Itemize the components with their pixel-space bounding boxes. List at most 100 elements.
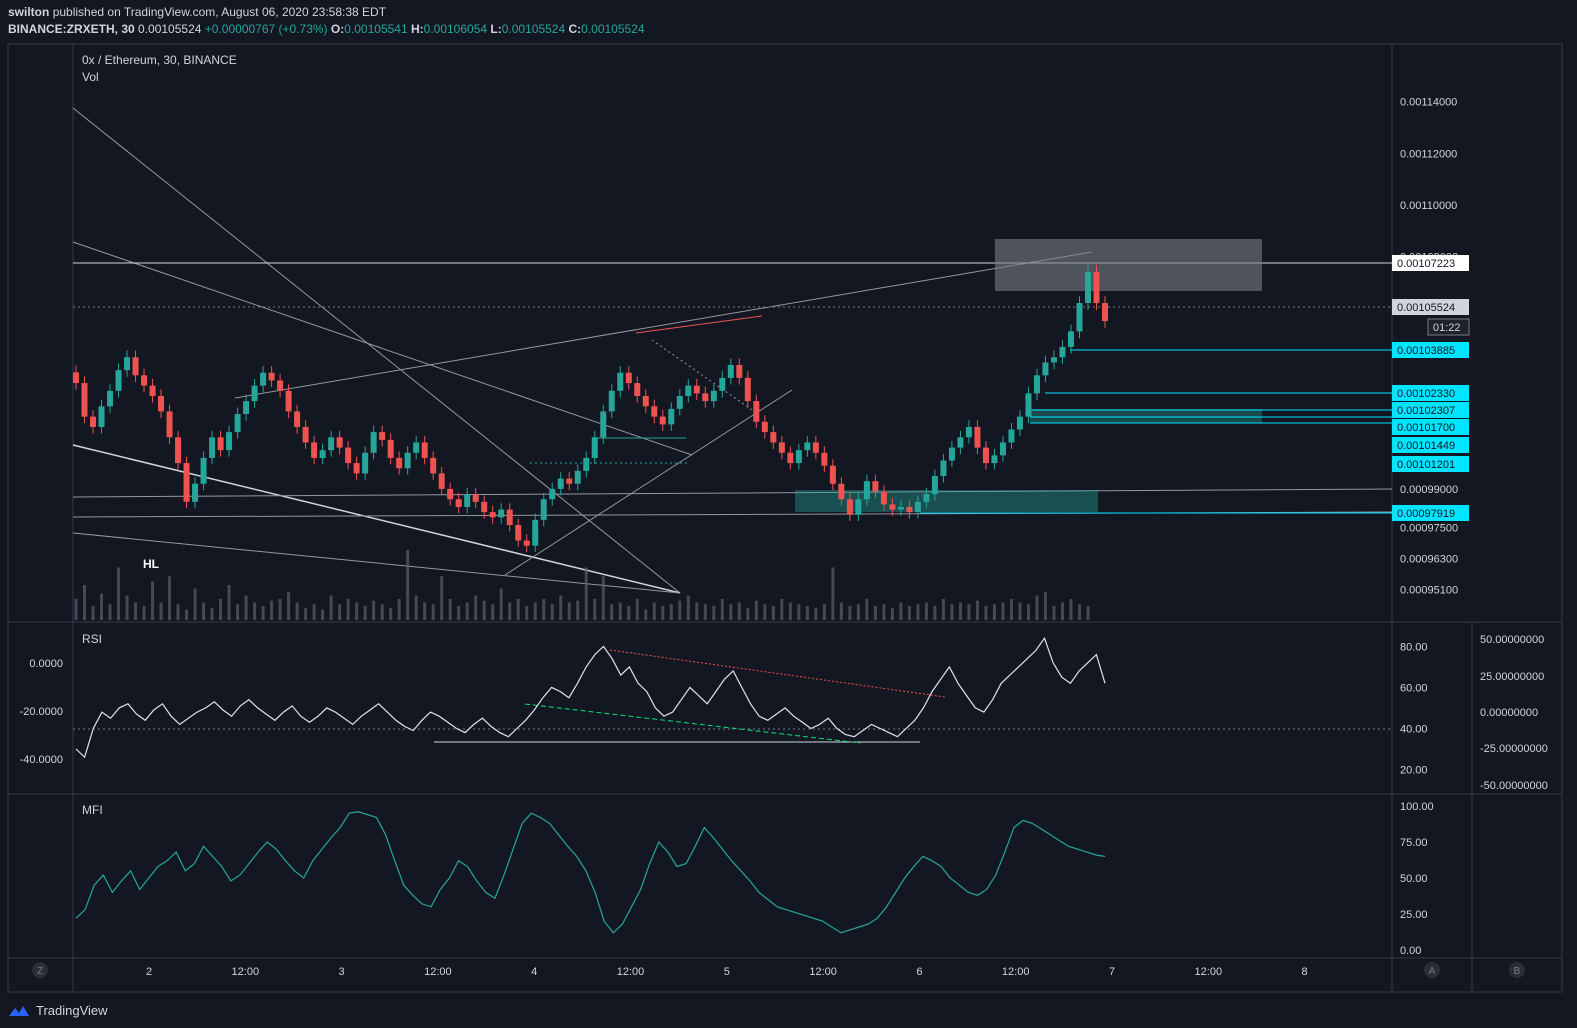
z-button[interactable]: Z — [32, 962, 48, 978]
candle — [455, 492, 462, 514]
volume-bar — [1086, 606, 1090, 620]
volume-bar — [414, 595, 418, 620]
volume-bar — [431, 604, 435, 620]
price-tick-label: 0.00114000 — [1400, 97, 1457, 109]
candle — [243, 394, 250, 421]
b-button[interactable]: B — [1509, 962, 1525, 978]
volume-bar — [474, 595, 478, 620]
candle — [166, 404, 173, 444]
price-tick-label: 0.00096300 — [1400, 554, 1458, 566]
candle — [234, 407, 241, 439]
candle — [702, 386, 709, 408]
candle — [353, 456, 360, 480]
volume-bar — [321, 609, 325, 620]
volume-bar — [108, 604, 112, 620]
candle — [430, 451, 437, 480]
rsi-tick-label: 60.00 — [1400, 682, 1428, 694]
volume-bar — [907, 606, 911, 620]
chart-canvas[interactable]: 0x / Ethereum, 30, BINANCE Vol HL 0.0011… — [0, 0, 1577, 1028]
candle — [736, 358, 743, 385]
candle — [209, 430, 216, 465]
volume-bar — [848, 606, 852, 620]
volume-bar — [559, 595, 563, 620]
candle — [540, 492, 547, 527]
candle — [642, 389, 649, 413]
rsi-label: RSI — [82, 632, 102, 646]
candle — [940, 454, 947, 483]
candle — [1016, 410, 1023, 437]
candle — [421, 435, 428, 465]
price-tag-label: 0.00102330 — [1397, 388, 1455, 400]
volume-bar — [142, 606, 146, 620]
price-tag-label: 0.00103885 — [1397, 345, 1455, 357]
volume-bar — [950, 604, 954, 620]
candle — [413, 435, 420, 460]
candle — [761, 415, 768, 439]
a-button[interactable]: A — [1424, 962, 1440, 978]
candle — [957, 430, 964, 455]
volume-bar — [780, 599, 784, 620]
candle — [634, 376, 641, 403]
volume-bar — [261, 606, 265, 620]
price-tick-label: 0.00097500 — [1400, 523, 1458, 535]
volume-bar — [1035, 595, 1039, 620]
price-tag-label: 0.00101449 — [1397, 440, 1455, 452]
volume-bar — [499, 588, 503, 620]
volume-bar — [975, 600, 979, 620]
candle — [693, 378, 700, 401]
volume-bar — [550, 604, 554, 620]
volume-bar — [686, 595, 690, 620]
volume-bar — [312, 604, 316, 620]
volume-bar — [763, 604, 767, 620]
candle — [812, 435, 819, 460]
volume-bar — [219, 599, 223, 620]
candle — [574, 464, 581, 491]
price-tag-label: 0.00105524 — [1397, 302, 1455, 314]
rsi-bear-divergence — [609, 649, 946, 698]
volume-bar — [125, 595, 129, 620]
time-tick-label: 8 — [1302, 966, 1308, 978]
volume-bar — [1043, 592, 1047, 620]
candle — [685, 378, 692, 403]
hl-annotation: HL — [143, 557, 159, 571]
volume-bar — [465, 602, 469, 620]
time-tick-label: 12:00 — [424, 966, 452, 978]
volume-bar — [873, 606, 877, 620]
rsi-left-tick-label: 0.0000 — [29, 658, 63, 670]
volume-bar — [805, 606, 809, 620]
volume-bar — [601, 576, 605, 620]
candle — [251, 378, 258, 408]
candle — [311, 435, 318, 465]
volume-bar — [1069, 599, 1073, 620]
rsi-left-tick-label: -40.0000 — [20, 754, 63, 766]
drawings — [72, 107, 1393, 594]
time-tick-label: 12:00 — [809, 966, 837, 978]
volume-bar — [797, 604, 801, 620]
candle — [404, 446, 411, 475]
volume-bar — [652, 602, 656, 620]
time-tick-label: 7 — [1109, 966, 1115, 978]
candle — [659, 410, 666, 431]
volume-bar — [703, 604, 707, 620]
volume-bar — [210, 607, 214, 620]
volume-bar — [967, 604, 971, 620]
volume-bar — [389, 607, 393, 620]
time-tick-label: 6 — [916, 966, 922, 978]
volume-bar — [304, 607, 308, 620]
candle — [744, 371, 751, 408]
candle — [472, 487, 479, 509]
candle — [107, 384, 114, 413]
price-tag: 0.00102330 — [1392, 385, 1469, 401]
price-tag-label: 0.00101201 — [1397, 459, 1455, 471]
volume-bar — [533, 602, 537, 620]
brand-footer[interactable]: TradingView — [8, 1003, 108, 1018]
rsi-tick-label: 80.00 — [1400, 641, 1428, 653]
candle — [1067, 324, 1074, 354]
candle — [727, 358, 734, 385]
candle — [515, 518, 522, 547]
candle — [982, 441, 989, 470]
volume-bar — [491, 604, 495, 620]
mfi-line — [75, 811, 1106, 934]
volume-bar — [712, 606, 716, 620]
volume-bar — [584, 567, 588, 620]
